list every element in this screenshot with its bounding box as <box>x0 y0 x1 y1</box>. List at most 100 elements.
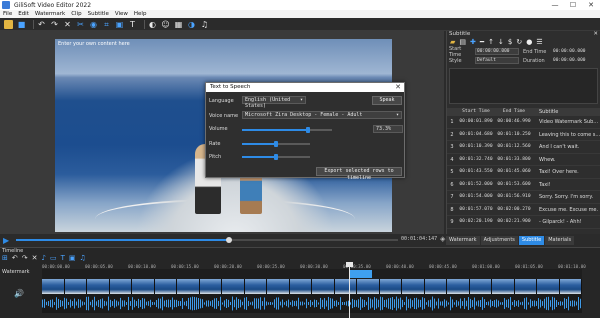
voice-select[interactable]: Microsoft Zira Desktop - Female - Adult … <box>242 111 402 119</box>
waveform-bar <box>266 301 267 306</box>
volume-slider[interactable] <box>242 127 332 133</box>
playhead[interactable] <box>349 262 350 318</box>
waveform-bar <box>276 297 277 310</box>
more-icon[interactable]: ☰ <box>536 38 542 47</box>
speed-icon[interactable]: ◑ <box>187 20 196 29</box>
save-icon[interactable]: ■ <box>17 20 26 29</box>
subtitle-table-body: 1 00:00:01.890 00:00:46.990 Video Watermark… <box>447 116 600 229</box>
duration-field[interactable]: 00:00:00.000 <box>553 57 595 64</box>
end-time-field[interactable]: 00:00:00.000 <box>553 48 595 55</box>
speak-button[interactable]: Speak <box>372 96 402 105</box>
waveform-bar <box>278 297 279 310</box>
watermark-clip[interactable] <box>349 270 372 278</box>
delete-icon[interactable]: ✕ <box>63 20 72 29</box>
menu-view[interactable]: View <box>112 10 131 18</box>
sync-icon[interactable]: $ <box>508 38 512 47</box>
seek-handle[interactable] <box>226 237 232 243</box>
menu-help[interactable]: Help <box>131 10 150 18</box>
remove-subtitle-icon[interactable]: ━ <box>480 38 484 47</box>
col-end-time[interactable]: End Time <box>495 108 533 116</box>
volume-value[interactable]: 73.3% <box>373 125 403 133</box>
volume-icon[interactable]: ◈ <box>440 235 445 243</box>
col-index[interactable] <box>447 108 457 116</box>
settings-icon[interactable]: ● <box>526 38 532 47</box>
export-to-timeline-button[interactable]: Export selected rows to timeline <box>316 167 402 181</box>
waveform-bar <box>550 300 551 307</box>
redo-icon[interactable]: ↷ <box>50 20 59 29</box>
image-icon[interactable]: ▣ <box>115 20 124 29</box>
mic-icon[interactable]: ♪ <box>42 254 46 263</box>
waveform-bar <box>516 301 517 306</box>
split-icon[interactable]: ⊞ <box>2 254 8 263</box>
dialog-close-icon[interactable]: ✕ <box>395 83 401 92</box>
subtitle-row[interactable]: 8 00:01:57.070 00:02:00.270 Excuse me. Excu… <box>447 204 600 216</box>
rate-slider-handle[interactable] <box>274 141 278 147</box>
image-icon[interactable]: ▣ <box>69 254 76 263</box>
cut-icon[interactable]: ✂ <box>76 20 85 29</box>
waveform-bar <box>450 296 451 311</box>
text-icon[interactable]: T <box>128 20 137 29</box>
close-button[interactable]: ✕ <box>582 0 600 10</box>
menu-clip[interactable]: Clip <box>68 10 84 18</box>
add-text-icon[interactable]: T <box>61 254 65 263</box>
audio-icon[interactable]: ♫ <box>200 20 209 29</box>
maximize-button[interactable]: ☐ <box>564 0 582 10</box>
crop-icon[interactable]: ⌗ <box>102 20 111 29</box>
text-to-speech-icon[interactable]: ↻ <box>516 38 522 47</box>
menu-edit[interactable]: Edit <box>15 10 32 18</box>
pitch-slider-handle[interactable] <box>274 154 278 160</box>
seek-bar[interactable] <box>16 237 398 243</box>
video-track[interactable] <box>42 279 582 313</box>
waveform-bar <box>102 298 103 309</box>
waveform-bar <box>328 296 329 311</box>
watermark-overlay-text[interactable]: Enter your own content here <box>58 41 130 47</box>
rate-slider[interactable] <box>242 141 310 147</box>
subtitle-row[interactable]: 4 00:01:32.740 00:01:33.800 Whew. <box>447 154 600 166</box>
undo-icon[interactable]: ↶ <box>37 20 46 29</box>
menu-subtitle[interactable]: Subtitle <box>85 10 112 18</box>
open-folder-icon[interactable] <box>4 19 13 29</box>
waveform-bar <box>396 296 397 311</box>
watermark-track[interactable] <box>42 269 582 279</box>
style-select[interactable]: Default <box>475 57 519 64</box>
delete-icon[interactable]: ✕ <box>32 254 38 263</box>
sticker-icon[interactable]: ☺ <box>161 20 170 29</box>
move-up-icon[interactable]: ↑ <box>488 38 494 47</box>
volume-slider-handle[interactable] <box>305 127 310 133</box>
waveform-bar <box>504 298 505 309</box>
panel-close-icon[interactable]: ✕ <box>593 31 598 38</box>
subtitle-icon[interactable]: ▭ <box>50 254 57 263</box>
music-icon[interactable]: ♫ <box>80 254 86 263</box>
subtitle-row[interactable]: 6 00:01:52.000 00:01:53.600 Taxi! <box>447 179 600 191</box>
video-thumbnail <box>312 279 335 294</box>
subtitle-text-editor[interactable] <box>449 68 598 104</box>
tab-materials[interactable]: Materials <box>545 236 575 245</box>
subtitle-row[interactable]: 2 00:01:04.680 00:01:10.250 Leaving this to… <box>447 129 600 141</box>
start-time-field[interactable]: 00:00:00.000 <box>475 48 519 55</box>
subtitle-row[interactable]: 3 00:01:10.390 00:01:12.560 And I can't wai… <box>447 141 600 154</box>
menu-file[interactable]: File <box>0 10 15 18</box>
tab-subtitle[interactable]: Subtitle <box>518 236 545 245</box>
waveform-bar <box>206 300 207 307</box>
color-icon[interactable]: ◐ <box>148 20 157 29</box>
tab-adjustments[interactable]: Adjustments <box>480 236 518 245</box>
play-icon[interactable]: ▶ <box>3 236 9 245</box>
waveform-bar <box>548 296 549 311</box>
snapshot-icon[interactable]: ◉ <box>89 20 98 29</box>
subtitle-row[interactable]: 1 00:00:01.890 00:00:46.990 Video Watermark… <box>447 116 600 129</box>
subtitle-row[interactable]: 5 00:01:43.550 00:01:45.060 Taxi! Over here… <box>447 166 600 179</box>
pitch-slider[interactable] <box>242 154 310 160</box>
redo-icon[interactable]: ↷ <box>22 254 28 263</box>
minimize-button[interactable]: — <box>546 0 564 10</box>
tab-watermark[interactable]: Watermark <box>446 236 480 245</box>
language-select[interactable]: English (United States) ▾ <box>242 96 306 109</box>
subtitle-row[interactable]: 9 00:02:20.190 00:02:21.900 - Gilparck! - A… <box>447 216 600 229</box>
move-down-icon[interactable]: ↓ <box>498 38 504 47</box>
menu-watermark[interactable]: Watermark <box>32 10 68 18</box>
col-start-time[interactable]: Start Time <box>457 108 495 116</box>
undo-icon[interactable]: ↶ <box>12 254 18 263</box>
track-volume-icon[interactable]: 🔊 <box>14 289 24 298</box>
subtitle-row[interactable]: 7 00:01:54.000 00:01:56.910 Sorry. Sorry. I… <box>447 191 600 204</box>
col-subtitle[interactable]: Subtitle <box>533 108 600 116</box>
mosaic-icon[interactable]: ▦ <box>174 20 183 29</box>
